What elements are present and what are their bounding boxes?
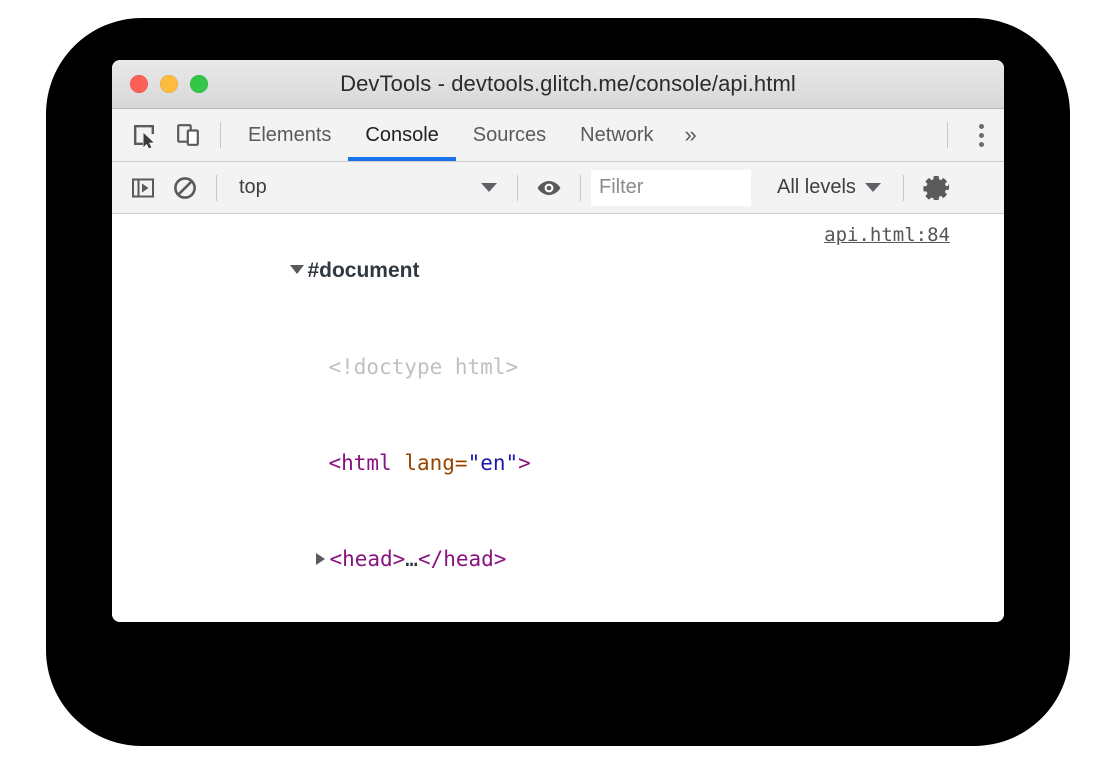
- minimize-window-button[interactable]: [160, 75, 178, 93]
- kebab-menu-icon[interactable]: [958, 113, 1004, 157]
- execution-context-value: top: [239, 176, 267, 198]
- log-levels-label: All levels: [777, 176, 856, 198]
- tab-network-label: Network: [580, 123, 654, 146]
- devtools-window: DevTools - devtools.glitch.me/console/ap…: [112, 60, 1004, 622]
- tab-console-label: Console: [365, 123, 439, 146]
- window-titlebar: DevTools - devtools.glitch.me/console/ap…: [112, 60, 1004, 109]
- console-message-row: api.html:84 #document <!doctype html> <h…: [112, 214, 1004, 622]
- panel-tabs: Elements Console Sources Network »: [231, 109, 711, 161]
- live-expression-eye-icon[interactable]: [528, 168, 570, 208]
- chevron-down-icon: [481, 183, 497, 192]
- filter-input[interactable]: [591, 169, 751, 206]
- device-toolbar-icon[interactable]: [166, 113, 210, 157]
- dom-tree: #document <!doctype html> <html lang="en…: [112, 222, 1004, 622]
- tab-elements[interactable]: Elements: [231, 109, 348, 161]
- inspect-element-icon[interactable]: [122, 113, 166, 157]
- html-close-bracket: >: [518, 451, 531, 475]
- dom-node-doctype: <!doctype html>: [164, 319, 1004, 415]
- head-ellipsis: …: [405, 547, 418, 571]
- more-tabs-icon[interactable]: »: [671, 109, 711, 161]
- console-output: api.html:84 #document <!doctype html> <h…: [112, 214, 1004, 622]
- console-toolbar-divider-4: [902, 174, 904, 201]
- dom-node-doctype-label: <!doctype html>: [328, 355, 519, 379]
- dom-node-document-label: #document: [307, 259, 420, 282]
- window-title: DevTools - devtools.glitch.me/console/ap…: [340, 71, 796, 96]
- html-tag-name: html: [341, 451, 392, 475]
- message-source-link[interactable]: api.html:84: [824, 224, 950, 246]
- maximize-window-button[interactable]: [190, 75, 208, 93]
- tab-network[interactable]: Network: [563, 109, 670, 161]
- execution-context-select[interactable]: top: [227, 168, 507, 208]
- head-close-tag: </head>: [417, 547, 507, 571]
- log-levels-select[interactable]: All levels: [765, 168, 893, 208]
- tab-elements-label: Elements: [248, 123, 332, 146]
- html-attr-equals: =: [454, 451, 468, 475]
- console-sidebar-icon[interactable]: [122, 168, 164, 208]
- close-window-button[interactable]: [130, 75, 148, 93]
- tabbar-right-group: [937, 109, 1004, 161]
- devtools-tabbar: Elements Console Sources Network »: [112, 109, 1004, 162]
- toolbar-divider: [220, 122, 221, 148]
- dom-node-head[interactable]: <head>…</head>: [164, 511, 1004, 607]
- gear-icon[interactable]: [916, 168, 958, 208]
- html-attr-value: "en": [467, 451, 519, 475]
- disclosure-triangle-icon[interactable]: [316, 553, 326, 565]
- tab-sources[interactable]: Sources: [456, 109, 563, 161]
- head-open-tag: <head>: [329, 547, 406, 571]
- console-toolbar-divider-2: [517, 174, 518, 201]
- tabbar-right-divider: [947, 122, 948, 148]
- disclosure-triangle-icon[interactable]: [290, 265, 305, 274]
- more-tabs-label: »: [684, 122, 697, 147]
- tab-sources-label: Sources: [472, 123, 547, 146]
- dom-node-html-open[interactable]: <html lang="en">: [164, 415, 1004, 511]
- console-toolbar-divider-1: [216, 174, 217, 201]
- html-attr-name: lang: [404, 451, 455, 475]
- clear-console-icon[interactable]: [164, 168, 206, 208]
- console-toolbar: top All levels: [112, 162, 1004, 214]
- traffic-lights: [130, 60, 208, 108]
- tab-console[interactable]: Console: [348, 109, 457, 161]
- dom-node-body[interactable]: <body>…</body>: [164, 607, 1004, 622]
- html-open-bracket: <: [328, 451, 342, 475]
- console-toolbar-divider-3: [580, 174, 581, 201]
- chevron-down-icon: [864, 183, 881, 192]
